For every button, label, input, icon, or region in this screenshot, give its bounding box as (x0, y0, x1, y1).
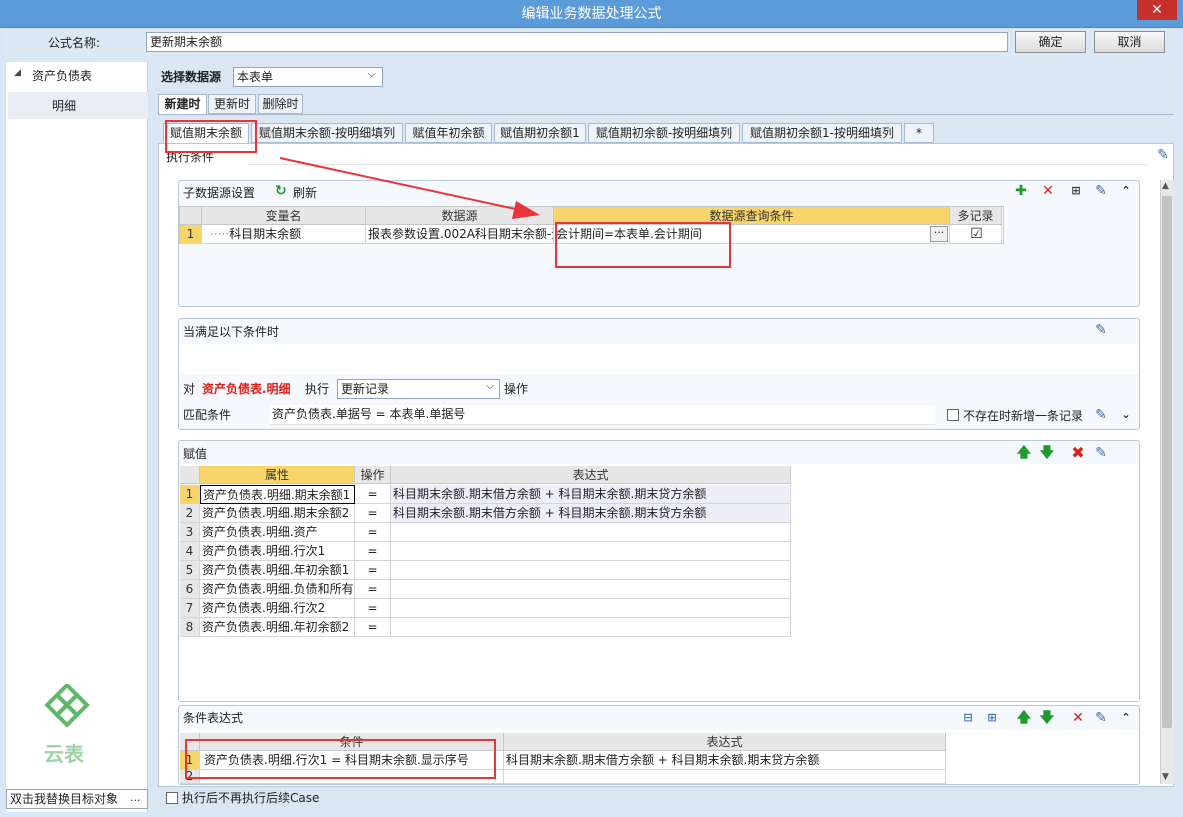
annotation-arrow (279, 157, 540, 219)
